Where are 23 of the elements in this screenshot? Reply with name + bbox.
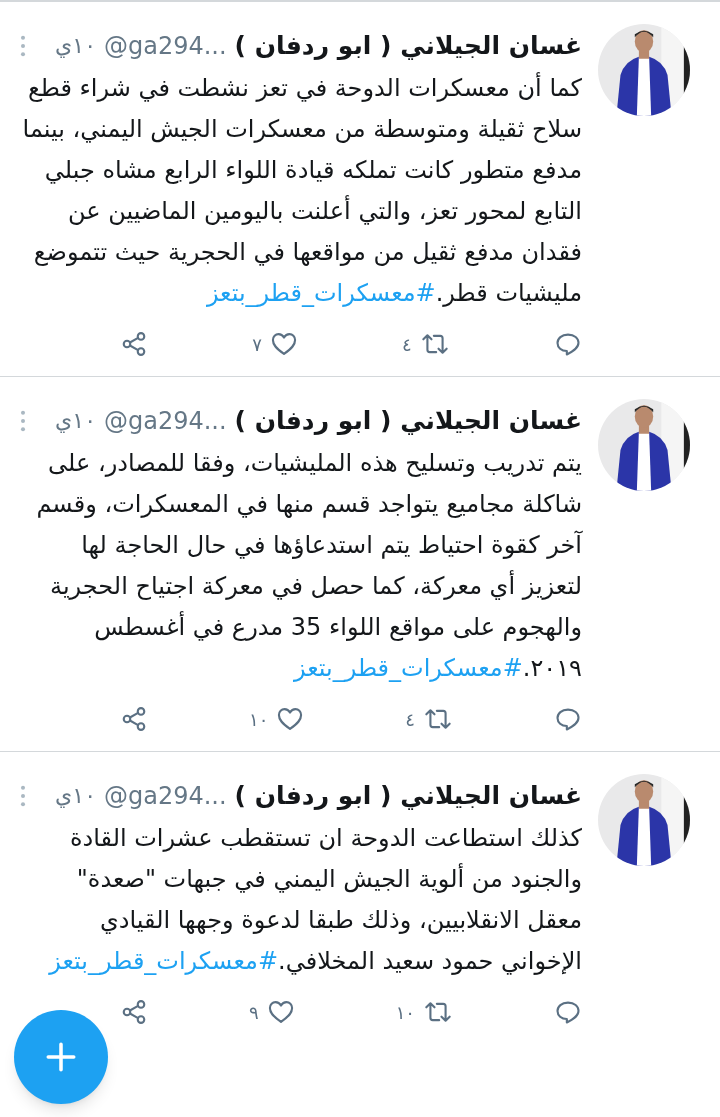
author-name[interactable]: غسان الجيلاني ( ابو ردفان )	[234, 399, 582, 443]
tweet-text: كذلك استطاعت الدوحة ان تستقطب عشرات القادة والجنود من ألوية الجيش اليمني في جبهات "صعدة" معقل الانقلابيين، وذلك طبقا لدعوة وجهها القيادي الإخواني حمود سعيد المخلافي.#معسكرات_قطر_بتعز	[47, 823, 582, 977]
author-name[interactable]: غسان الجيلاني ( ابو ردفان )	[234, 774, 582, 818]
heart-icon[interactable]	[276, 705, 305, 733]
tweet-time: ١٠ي	[55, 782, 96, 810]
plus-icon	[44, 1040, 78, 1074]
retweet-count: ١٠	[395, 1000, 415, 1025]
author-handle: @ga294...	[103, 406, 227, 437]
like-count: ٩	[249, 1000, 259, 1025]
tweet-time: ١٠ي	[55, 407, 96, 435]
tweet-time: ١٠ي	[55, 32, 96, 60]
author-handle: @ga294...	[103, 781, 227, 812]
like-count: ٧	[252, 332, 262, 357]
tweet-text: يتم تدريب وتسليح هذه المليشيات، وفقا للمصادر، على شاكلة مجاميع يتواجد قسم منها في المعسكرات، وقسم آخر كقوة احتياط يتم استدعاؤها في حال الحاجة لها لتعزيز أي معركة، كما حصل في معركة اجتياح الحجرية والهجوم على مواقع اللواء 35 مدرع في أغسطس ٢٠١٩.#معسكرات_قطر_بتعز	[35, 448, 582, 684]
share-icon[interactable]	[120, 330, 148, 358]
author-handle: @ga294...	[103, 31, 227, 62]
tweet-text: كما أن معسكرات الدوحة في تعز نشطت في شراء قطع سلاح ثقيلة ومتوسطة من معسكرات الجيش اليمني، بينما مدفع متطور كانت تملكه قيادة اللواء الرابع مشاه جبلي التابع لمحور تعز، والتي أعلنت باليومين الماضيين عن فقدان مدفع ثقيل من مواقعها في الحجرية حيث تتموضع مليشيات قطر.#معسكرات_قطر_بتعز	[21, 71, 582, 309]
retweet-count: ٤	[405, 707, 415, 732]
retweet-count: ٤	[402, 332, 412, 357]
author-name[interactable]: غسان الجيلاني ( ابو ردفان )	[234, 24, 582, 68]
like-count: ١٠	[249, 707, 269, 732]
heart-icon[interactable]	[269, 330, 298, 358]
heart-icon[interactable]	[266, 998, 295, 1026]
